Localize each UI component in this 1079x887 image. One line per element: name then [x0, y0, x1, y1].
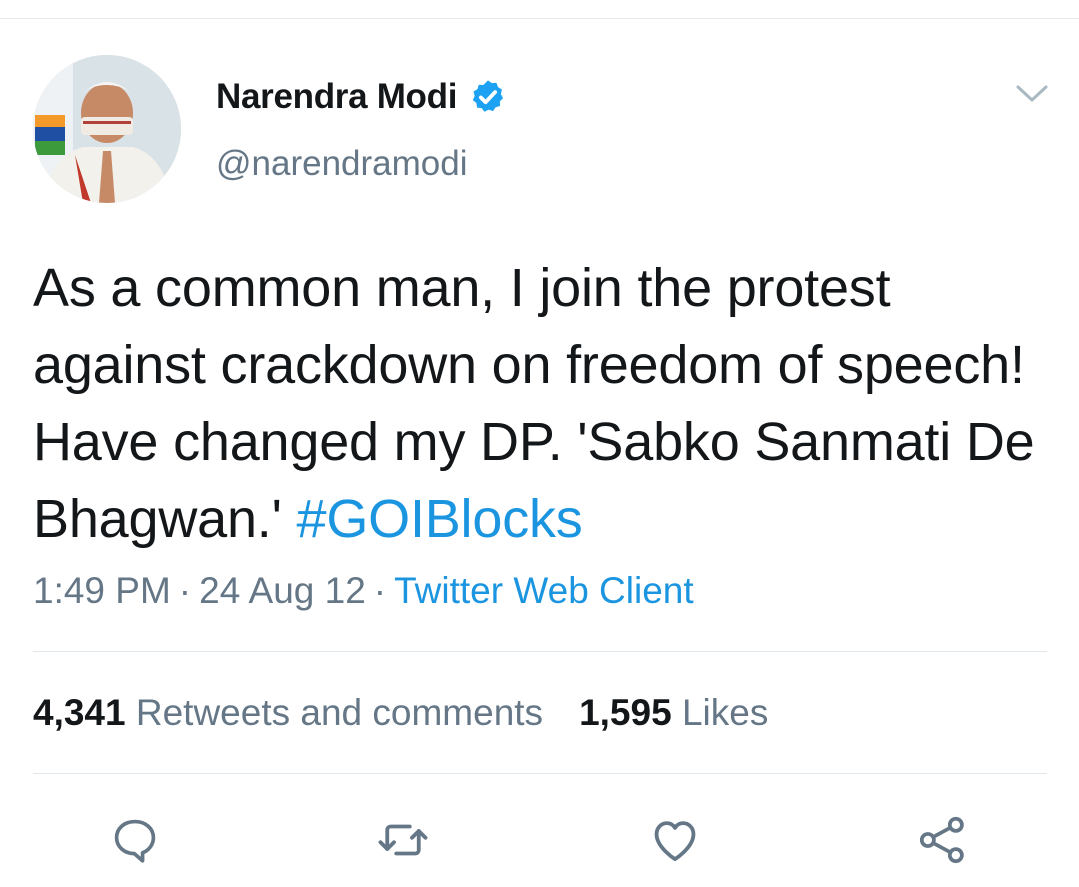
retweets-label: Retweets and comments — [135, 692, 544, 733]
retweet-icon — [378, 824, 428, 856]
author-display-name[interactable]: Narendra Modi — [216, 77, 457, 117]
tweet-stats: 4,341 Retweets and comments 1,595 Likes — [33, 692, 768, 734]
tweet-text: As a common man, I join the protest agai… — [33, 250, 1053, 558]
reply-icon — [114, 819, 156, 863]
reply-button[interactable] — [107, 812, 163, 868]
meta-separator: · — [373, 570, 387, 611]
share-button[interactable] — [915, 812, 971, 868]
likes-stat[interactable]: 1,595 Likes — [579, 692, 768, 733]
likes-label: Likes — [681, 692, 769, 733]
author-handle[interactable]: @narendramodi — [216, 144, 468, 184]
verified-badge-icon — [469, 78, 507, 116]
tweet-date: 24 Aug 12 — [199, 570, 366, 611]
divider — [33, 773, 1047, 774]
retweets-count: 4,341 — [33, 692, 126, 733]
retweet-button[interactable] — [375, 812, 431, 868]
top-divider — [0, 18, 1079, 19]
chevron-down-icon[interactable] — [1014, 82, 1050, 106]
client-link[interactable]: Twitter Web Client — [394, 570, 694, 611]
divider — [33, 651, 1047, 652]
meta-separator: · — [178, 570, 192, 611]
heart-icon — [654, 821, 696, 862]
like-button[interactable] — [647, 812, 703, 868]
avatar[interactable] — [33, 55, 181, 203]
share-icon — [919, 816, 964, 864]
tweet-meta: 1:49 PM · 24 Aug 12 · Twitter Web Client — [33, 570, 694, 612]
hashtag-link[interactable]: #GOIBlocks — [297, 489, 583, 549]
retweets-stat[interactable]: 4,341 Retweets and comments — [33, 692, 543, 733]
likes-count: 1,595 — [579, 692, 672, 733]
tweet-time: 1:49 PM — [33, 570, 171, 611]
